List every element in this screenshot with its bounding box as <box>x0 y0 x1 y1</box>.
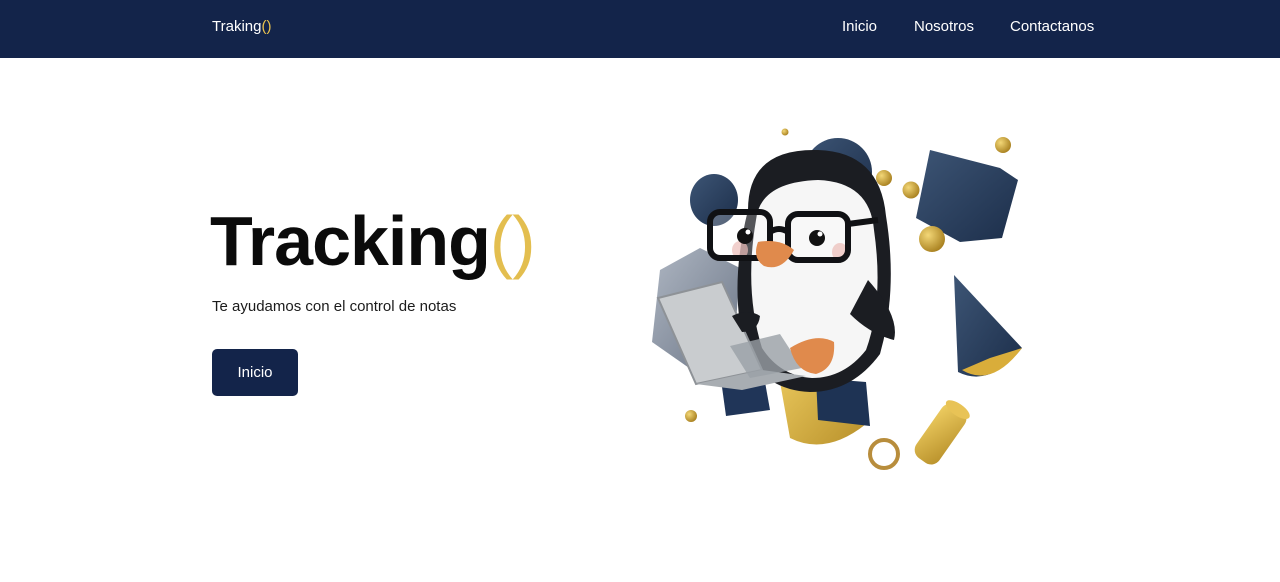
hero-title: Tracking() <box>210 196 536 286</box>
hero-start-button[interactable]: Inicio <box>212 349 298 396</box>
nav-link-inicio[interactable]: Inicio <box>842 18 877 35</box>
nav-links: Inicio Nosotros Contactanos <box>0 18 1280 38</box>
nav-link-nosotros[interactable]: Nosotros <box>914 18 974 35</box>
nav-link-contactanos[interactable]: Contactanos <box>1010 18 1094 35</box>
penguin-illustration <box>630 120 1030 480</box>
hero-title-text: Tracking <box>210 202 491 280</box>
navbar: Traking() Inicio Nosotros Contactanos <box>0 0 1280 58</box>
hero-subtitle: Te ayudamos con el control de notas <box>212 298 457 315</box>
hero-title-paren: () <box>489 202 536 280</box>
penguin-with-glasses-using-laptop-icon <box>652 128 1022 470</box>
